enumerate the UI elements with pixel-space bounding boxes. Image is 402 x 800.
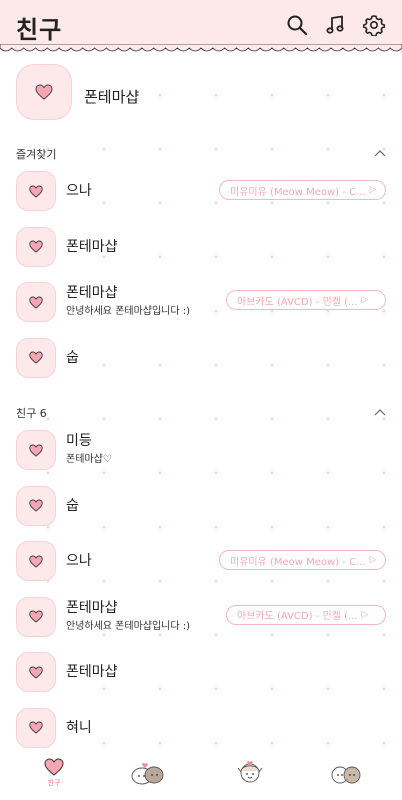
friend-row[interactable]: 숩	[0, 331, 402, 383]
music-status-pill[interactable]: 아브카도 (AVCD) - 민켈 (... ▷	[226, 604, 386, 625]
friend-avatar[interactable]	[16, 430, 56, 470]
two-characters-icon	[131, 763, 164, 785]
music-title: 아브카도 (AVCD) - 민켈 (...	[237, 611, 358, 622]
music-title: 미유미유 (Meow Meow) - C...	[230, 186, 366, 198]
search-icon[interactable]	[286, 14, 308, 36]
friend-avatar[interactable]	[16, 282, 56, 322]
heart-icon	[29, 184, 43, 198]
friend-row[interactable]: 숩	[0, 479, 402, 531]
friend-avatar[interactable]	[16, 337, 56, 378]
heart-icon	[29, 554, 43, 568]
friend-name: 혀니	[66, 719, 92, 736]
friend-avatar[interactable]	[16, 485, 56, 526]
friends-tab[interactable]: 친구	[24, 758, 84, 794]
friend-row[interactable]: 폰테마샵안녕하세요 폰테마샵입니다 :) 아브카도 (AVCD) - 민켈 (..…	[0, 275, 402, 327]
music-status-pill[interactable]: 미유미유 (Meow Meow) - C... ▷	[219, 180, 386, 200]
friend-row[interactable]: 폰테마샵	[0, 645, 402, 697]
status-message: 안녕하세요 폰테마샵입니다 :)	[66, 620, 191, 632]
profile-name: 폰테마샵	[84, 88, 140, 106]
music-title: 아브카도 (AVCD) - 민켈 (...	[237, 296, 358, 308]
favorites-section-label: 즐겨찾기	[16, 148, 57, 161]
page-title: 친구	[16, 16, 63, 44]
play-icon: ▷	[369, 555, 377, 565]
heart-icon	[29, 295, 43, 309]
heart-icon	[29, 721, 43, 734]
chevron-up-icon[interactable]	[374, 408, 386, 416]
heart-icon	[29, 499, 43, 512]
music-status-pill[interactable]: 미유미유 (Meow Meow) - C... ▷	[219, 550, 386, 570]
more-tab[interactable]	[316, 758, 376, 794]
friend-name: 으나	[66, 553, 92, 569]
friend-row[interactable]: 폰테마샵	[0, 220, 402, 272]
chevron-up-icon[interactable]	[374, 149, 386, 157]
heart-icon	[29, 443, 43, 457]
friend-name: 폰테마샵	[66, 599, 118, 616]
friend-name: 폰테마샵	[66, 238, 118, 255]
heart-icon	[29, 665, 43, 679]
friend-row[interactable]: 으나 미유미유 (Meow Meow) - C... ▷	[0, 534, 402, 586]
two-characters-icon	[331, 766, 361, 784]
header-scallop-edge	[0, 44, 402, 52]
friend-avatar[interactable]	[16, 652, 56, 692]
music-note-icon[interactable]	[324, 14, 346, 36]
friend-row[interactable]: 폰테마샵안녕하세요 폰테마샵입니다 :) 아브카도 (AVCD) - 민켈 (..…	[0, 590, 402, 642]
friend-row[interactable]: 으나 미유미유 (Meow Meow) - C... ▷	[0, 164, 402, 216]
friends-section-label: 친구 6	[16, 407, 47, 420]
header-bar: 친구	[0, 0, 402, 48]
friend-name: 으나	[66, 183, 92, 199]
friend-avatar[interactable]	[16, 226, 56, 267]
status-message: 안녕하세요 폰테마샵입니다 :)	[66, 306, 191, 317]
heart-icon	[29, 351, 43, 364]
friend-avatar[interactable]	[16, 596, 56, 637]
friend-name: 숩	[66, 497, 79, 514]
friend-avatar[interactable]	[16, 171, 56, 211]
my-profile-row[interactable]: 폰테마샵	[0, 62, 402, 126]
music-status-pill[interactable]: 아브카도 (AVCD) - 민켈 (... ▷	[226, 290, 386, 310]
music-title: 미유미유 (Meow Meow) - C...	[230, 556, 366, 568]
heart-icon	[44, 758, 64, 776]
friend-name: 미등	[66, 433, 92, 449]
heart-icon	[29, 240, 43, 253]
friend-row[interactable]: 미등폰테마샵♡	[0, 423, 402, 475]
heart-icon	[35, 84, 53, 100]
heart-icon	[29, 610, 43, 623]
waving-character-icon	[237, 761, 263, 783]
chats-tab[interactable]	[118, 758, 178, 794]
status-message: 폰테마샵♡	[66, 454, 112, 465]
friend-name: 숩	[66, 349, 79, 366]
bottom-tab-bar: 친구	[0, 750, 402, 800]
view-tab[interactable]	[220, 758, 280, 794]
friend-name: 폰테마샵	[66, 664, 118, 680]
friend-avatar[interactable]	[16, 707, 56, 748]
friend-name: 폰테마샵	[66, 285, 118, 301]
play-icon: ▷	[369, 185, 377, 195]
play-icon: ▷	[361, 295, 369, 305]
friend-row[interactable]: 혀니	[0, 701, 402, 753]
friends-tab-label: 친구	[47, 779, 61, 787]
play-icon: ▷	[361, 609, 369, 620]
friend-avatar[interactable]	[16, 541, 56, 581]
settings-gear-icon[interactable]	[363, 14, 385, 36]
profile-avatar[interactable]	[16, 64, 72, 120]
